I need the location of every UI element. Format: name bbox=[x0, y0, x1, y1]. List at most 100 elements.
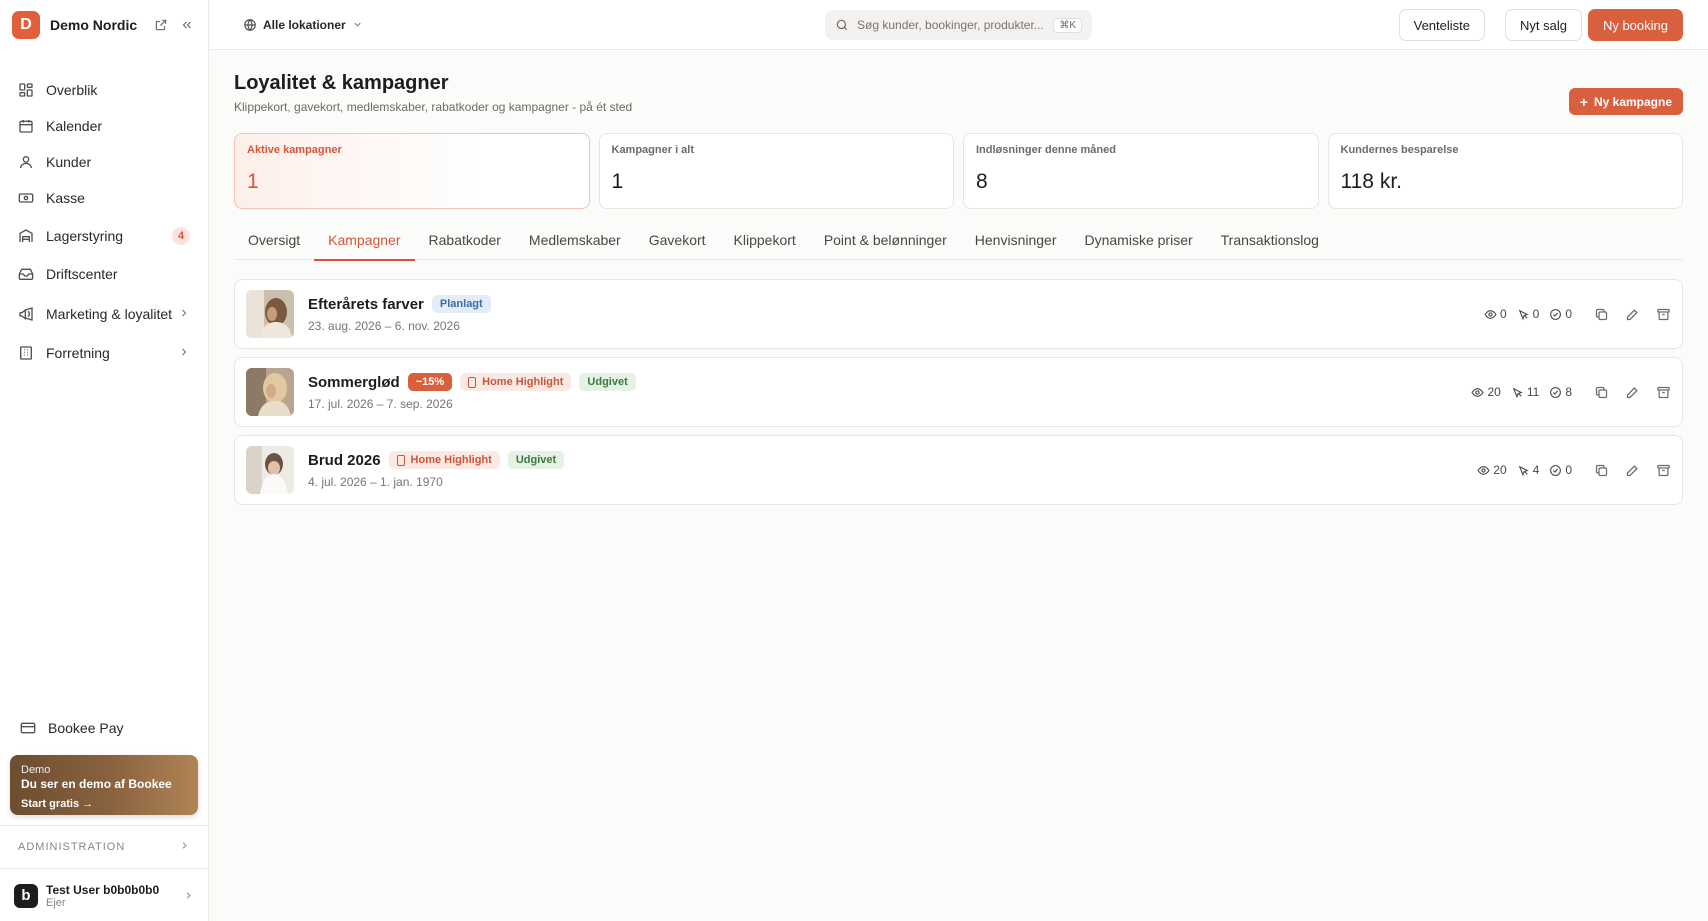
campaign-list: Efterårets farver Planlagt 23. aug. 2026… bbox=[234, 279, 1683, 513]
new-sale-button[interactable]: Nyt salg bbox=[1504, 9, 1582, 41]
tab-point[interactable]: Point & belønninger bbox=[810, 220, 961, 260]
views-metric: 20 bbox=[1471, 385, 1501, 399]
brand-name[interactable]: Demo Nordic bbox=[50, 17, 144, 33]
sidebar-item-label: Marketing & loyalitet bbox=[46, 306, 173, 322]
tab-bar: Oversigt Kampagner Rabatkoder Medlemskab… bbox=[234, 220, 1683, 261]
campaign-actions bbox=[1594, 307, 1671, 322]
sidebar-item-lagerstyring[interactable]: Lagerstyring 4 bbox=[12, 218, 196, 254]
page-subtitle: Klippekort, gavekort, medlemskaber, raba… bbox=[234, 100, 633, 114]
page-title: Loyalitet & kampagner bbox=[234, 72, 449, 94]
duplicate-icon[interactable] bbox=[1594, 385, 1609, 400]
topbar: Alle lokationer Søg kunder, bookinger, p… bbox=[209, 0, 1708, 50]
clicks-metric: 4 bbox=[1517, 463, 1539, 477]
sidebar-item-kunder[interactable]: Kunder bbox=[12, 144, 196, 180]
new-campaign-button[interactable]: + Ny kampagne bbox=[1568, 88, 1683, 115]
waitlist-button[interactable]: Venteliste bbox=[1398, 9, 1485, 41]
campaign-row[interactable]: Brud 2026 Home Highlight Udgivet 4. jul.… bbox=[234, 435, 1683, 505]
clicks-metric: 11 bbox=[1511, 385, 1539, 399]
tab-medlemskaber[interactable]: Medlemskaber bbox=[515, 220, 635, 260]
highlight-badge: Home Highlight bbox=[460, 373, 572, 391]
search-icon bbox=[835, 18, 849, 32]
duplicate-icon[interactable] bbox=[1594, 463, 1609, 478]
campaign-title-row: Brud 2026 Home Highlight Udgivet bbox=[308, 451, 1477, 469]
location-selector[interactable]: Alle lokationer bbox=[243, 18, 363, 32]
discount-badge: −15% bbox=[407, 373, 453, 391]
collapse-sidebar-icon[interactable] bbox=[178, 16, 196, 34]
plus-icon: + bbox=[1579, 93, 1588, 110]
demo-tag: Demo bbox=[21, 764, 51, 776]
tab-transaktionslog[interactable]: Transaktionslog bbox=[1207, 220, 1333, 260]
avatar: b bbox=[14, 883, 38, 908]
campaign-dates: 4. jul. 2026 – 1. jan. 1970 bbox=[308, 475, 443, 489]
phone-icon bbox=[468, 376, 477, 388]
demo-banner[interactable]: Demo Du ser en demo af Bookee Start grat… bbox=[10, 755, 198, 815]
edit-icon[interactable] bbox=[1625, 307, 1640, 322]
topbar-actions: Venteliste Nyt salg Ny booking bbox=[1398, 9, 1683, 41]
external-link-icon[interactable] bbox=[152, 16, 170, 34]
highlight-label: Home Highlight bbox=[482, 376, 564, 388]
user-info: Test User b0b0b0b0 Ejer bbox=[46, 883, 183, 909]
tab-oversigt[interactable]: Oversigt bbox=[234, 220, 314, 260]
user-menu[interactable]: b Test User b0b0b0b0 Ejer bbox=[0, 870, 208, 921]
search-input[interactable]: Søg kunder, bookinger, produkter... ⌘K bbox=[825, 10, 1092, 40]
stat-value: 1 bbox=[247, 170, 259, 193]
chevron-right-icon bbox=[179, 840, 190, 854]
campaign-dates: 23. aug. 2026 – 6. nov. 2026 bbox=[308, 319, 460, 333]
sidebar-item-label: Kalender bbox=[46, 118, 103, 134]
brand-logo[interactable]: D bbox=[12, 11, 40, 39]
tab-klippekort[interactable]: Klippekort bbox=[720, 220, 810, 260]
check-circle-icon bbox=[1549, 386, 1562, 399]
views-metric: 0 bbox=[1484, 307, 1507, 321]
sidebar-item-kasse[interactable]: Kasse bbox=[12, 180, 196, 216]
user-name: Test User b0b0b0b0 bbox=[46, 882, 160, 897]
administration-section[interactable]: ADMINISTRATION bbox=[0, 825, 208, 869]
clicks-count: 11 bbox=[1526, 385, 1540, 399]
sidebar-item-label: Kunder bbox=[46, 154, 92, 170]
stat-label: Aktive kampagner bbox=[247, 144, 342, 156]
campaign-info: Efterårets farver Planlagt 23. aug. 2026… bbox=[308, 295, 1484, 333]
campaign-name: Efterårets farver bbox=[308, 295, 424, 313]
tab-kampagner[interactable]: Kampagner bbox=[314, 220, 415, 261]
chevron-right-icon bbox=[178, 306, 190, 322]
tab-gavekort[interactable]: Gavekort bbox=[635, 220, 720, 260]
views-count: 20 bbox=[1487, 385, 1501, 399]
location-label: Alle lokationer bbox=[263, 17, 346, 32]
tab-dynamiske-priser[interactable]: Dynamiske priser bbox=[1071, 220, 1207, 260]
sidebar-item-overblik[interactable]: Overblik bbox=[12, 72, 196, 108]
user-role: Ejer bbox=[46, 896, 66, 909]
cash-icon bbox=[18, 190, 34, 206]
stat-card-active: Aktive kampagner 1 bbox=[234, 133, 590, 209]
notification-badge: 4 bbox=[172, 227, 190, 245]
building-icon bbox=[18, 345, 34, 361]
edit-icon[interactable] bbox=[1625, 463, 1640, 478]
sidebar-item-label: Forretning bbox=[46, 345, 110, 361]
archive-icon[interactable] bbox=[1656, 463, 1671, 478]
highlight-badge: Home Highlight bbox=[388, 451, 500, 469]
redemptions-metric: 0 bbox=[1549, 307, 1572, 321]
administration-label: ADMINISTRATION bbox=[18, 841, 126, 853]
campaign-title-row: Sommerglød −15% Home Highlight Udgivet bbox=[308, 373, 1471, 391]
stat-label: Indløsninger denne måned bbox=[976, 144, 1116, 156]
archive-icon[interactable] bbox=[1656, 307, 1671, 322]
new-booking-button[interactable]: Ny booking bbox=[1587, 9, 1683, 41]
sidebar-item-kalender[interactable]: Kalender bbox=[12, 108, 196, 144]
user-icon bbox=[18, 154, 34, 170]
tab-rabatkoder[interactable]: Rabatkoder bbox=[415, 220, 515, 260]
check-circle-icon bbox=[1549, 308, 1562, 321]
edit-icon[interactable] bbox=[1625, 385, 1640, 400]
duplicate-icon[interactable] bbox=[1594, 307, 1609, 322]
campaign-name: Sommerglød bbox=[308, 373, 400, 391]
campaign-row[interactable]: Efterårets farver Planlagt 23. aug. 2026… bbox=[234, 279, 1683, 349]
stat-value: 1 bbox=[611, 170, 624, 193]
search-placeholder: Søg kunder, bookinger, produkter... bbox=[857, 18, 1044, 32]
tab-henvisninger[interactable]: Henvisninger bbox=[961, 220, 1071, 260]
campaign-row[interactable]: Sommerglød −15% Home Highlight Udgivet 1… bbox=[234, 357, 1683, 427]
start-free-link[interactable]: Start gratis → bbox=[21, 798, 187, 810]
sidebar-item-label: Kasse bbox=[46, 190, 85, 206]
sidebar-item-driftscenter[interactable]: Driftscenter bbox=[12, 256, 196, 292]
sidebar-item-forretning[interactable]: Forretning bbox=[12, 335, 196, 371]
sidebar-item-bookee-pay[interactable]: Bookee Pay bbox=[12, 715, 198, 741]
archive-icon[interactable] bbox=[1656, 385, 1671, 400]
sidebar-item-marketing[interactable]: Marketing & loyalitet bbox=[12, 296, 196, 332]
campaign-metrics: 0 0 0 bbox=[1484, 307, 1572, 321]
